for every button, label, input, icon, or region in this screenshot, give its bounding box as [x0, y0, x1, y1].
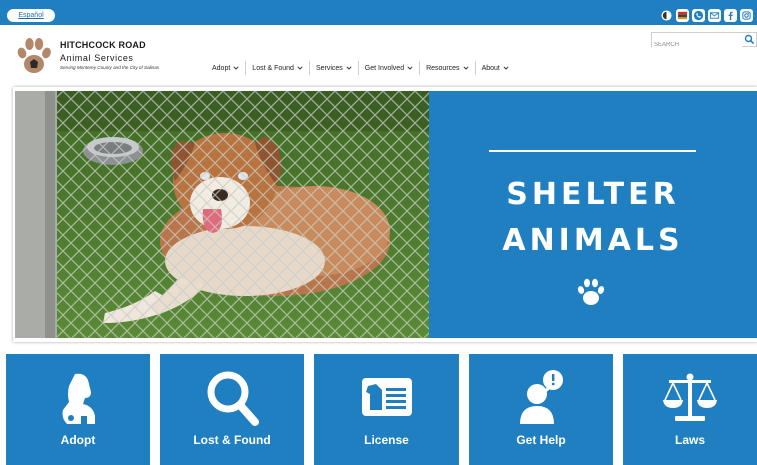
org-tagline: Serving Monterey County and the City of … [60, 65, 160, 70]
scales-icon [663, 373, 717, 421]
instagram-icon[interactable] [740, 9, 753, 22]
tile-lost-found[interactable]: Lost & Found [160, 354, 304, 465]
nav-label: Resources [426, 64, 460, 72]
nav-item-get-involved[interactable]: Get Involved [357, 61, 419, 75]
nav-label: Get Involved [364, 64, 405, 72]
phone-icon[interactable] [692, 9, 705, 22]
hero-divider [489, 150, 696, 152]
hero-title-line1: SHELTER [506, 177, 680, 212]
paw-icon [577, 278, 605, 305]
email-icon[interactable] [708, 9, 721, 22]
hero-banner[interactable]: SHELTER ANIMALS [13, 87, 757, 342]
nav-label: Services [315, 64, 343, 72]
search-box [651, 32, 757, 52]
dog-icon [62, 373, 95, 424]
top-bar: Español [0, 0, 757, 25]
chevron-down-icon [346, 66, 352, 70]
chevron-down-icon [463, 66, 469, 70]
tile-label: Adopt [60, 433, 96, 447]
chevron-down-icon [233, 66, 239, 70]
tile-get-help[interactable]: Get Help [469, 354, 613, 465]
facebook-icon[interactable] [724, 9, 737, 22]
tile-label: Lost & Found [193, 433, 271, 447]
nav-item-about[interactable]: About [474, 61, 515, 75]
search-input[interactable] [652, 38, 742, 52]
tile-adopt[interactable]: Adopt [6, 354, 150, 465]
nav-label: Lost & Found [252, 64, 294, 72]
dog-photo-illustration [15, 91, 429, 338]
nav-label: About [481, 64, 500, 72]
chevron-down-icon [297, 66, 303, 70]
org-name: HITCHCOCK ROAD [60, 40, 146, 50]
tile-laws[interactable]: Laws [623, 354, 757, 465]
person-alert-icon [520, 370, 563, 424]
nav-item-adopt[interactable]: Adopt [206, 61, 245, 75]
nav-item-lost-found[interactable]: Lost & Found [245, 61, 309, 75]
paw-logo-icon[interactable] [13, 35, 55, 77]
tile-label: Get Help [516, 433, 566, 447]
chevron-down-icon [503, 66, 509, 70]
tile-label: License [364, 433, 409, 447]
magnifier-icon [207, 371, 259, 426]
flag-icon[interactable] [676, 9, 689, 22]
contrast-icon[interactable] [660, 9, 673, 22]
tile-label: Laws [674, 433, 705, 447]
org-subtitle: Animal Services [60, 53, 134, 63]
nav-label: Adopt [212, 64, 231, 72]
chevron-down-icon [407, 66, 413, 70]
hero-panel: SHELTER ANIMALS [429, 91, 757, 338]
main-nav: Adopt Lost & Found Services Get Involved… [206, 61, 515, 75]
hero-title-line2: ANIMALS [502, 223, 684, 258]
language-link[interactable]: Español [7, 9, 55, 22]
nav-item-resources[interactable]: Resources [419, 61, 474, 75]
search-icon[interactable] [744, 34, 755, 45]
hero-dog-photo [15, 91, 429, 338]
license-card-icon [361, 378, 412, 416]
social-icons [660, 9, 753, 24]
nav-item-services[interactable]: Services [308, 61, 358, 75]
tile-license[interactable]: License [314, 354, 459, 465]
